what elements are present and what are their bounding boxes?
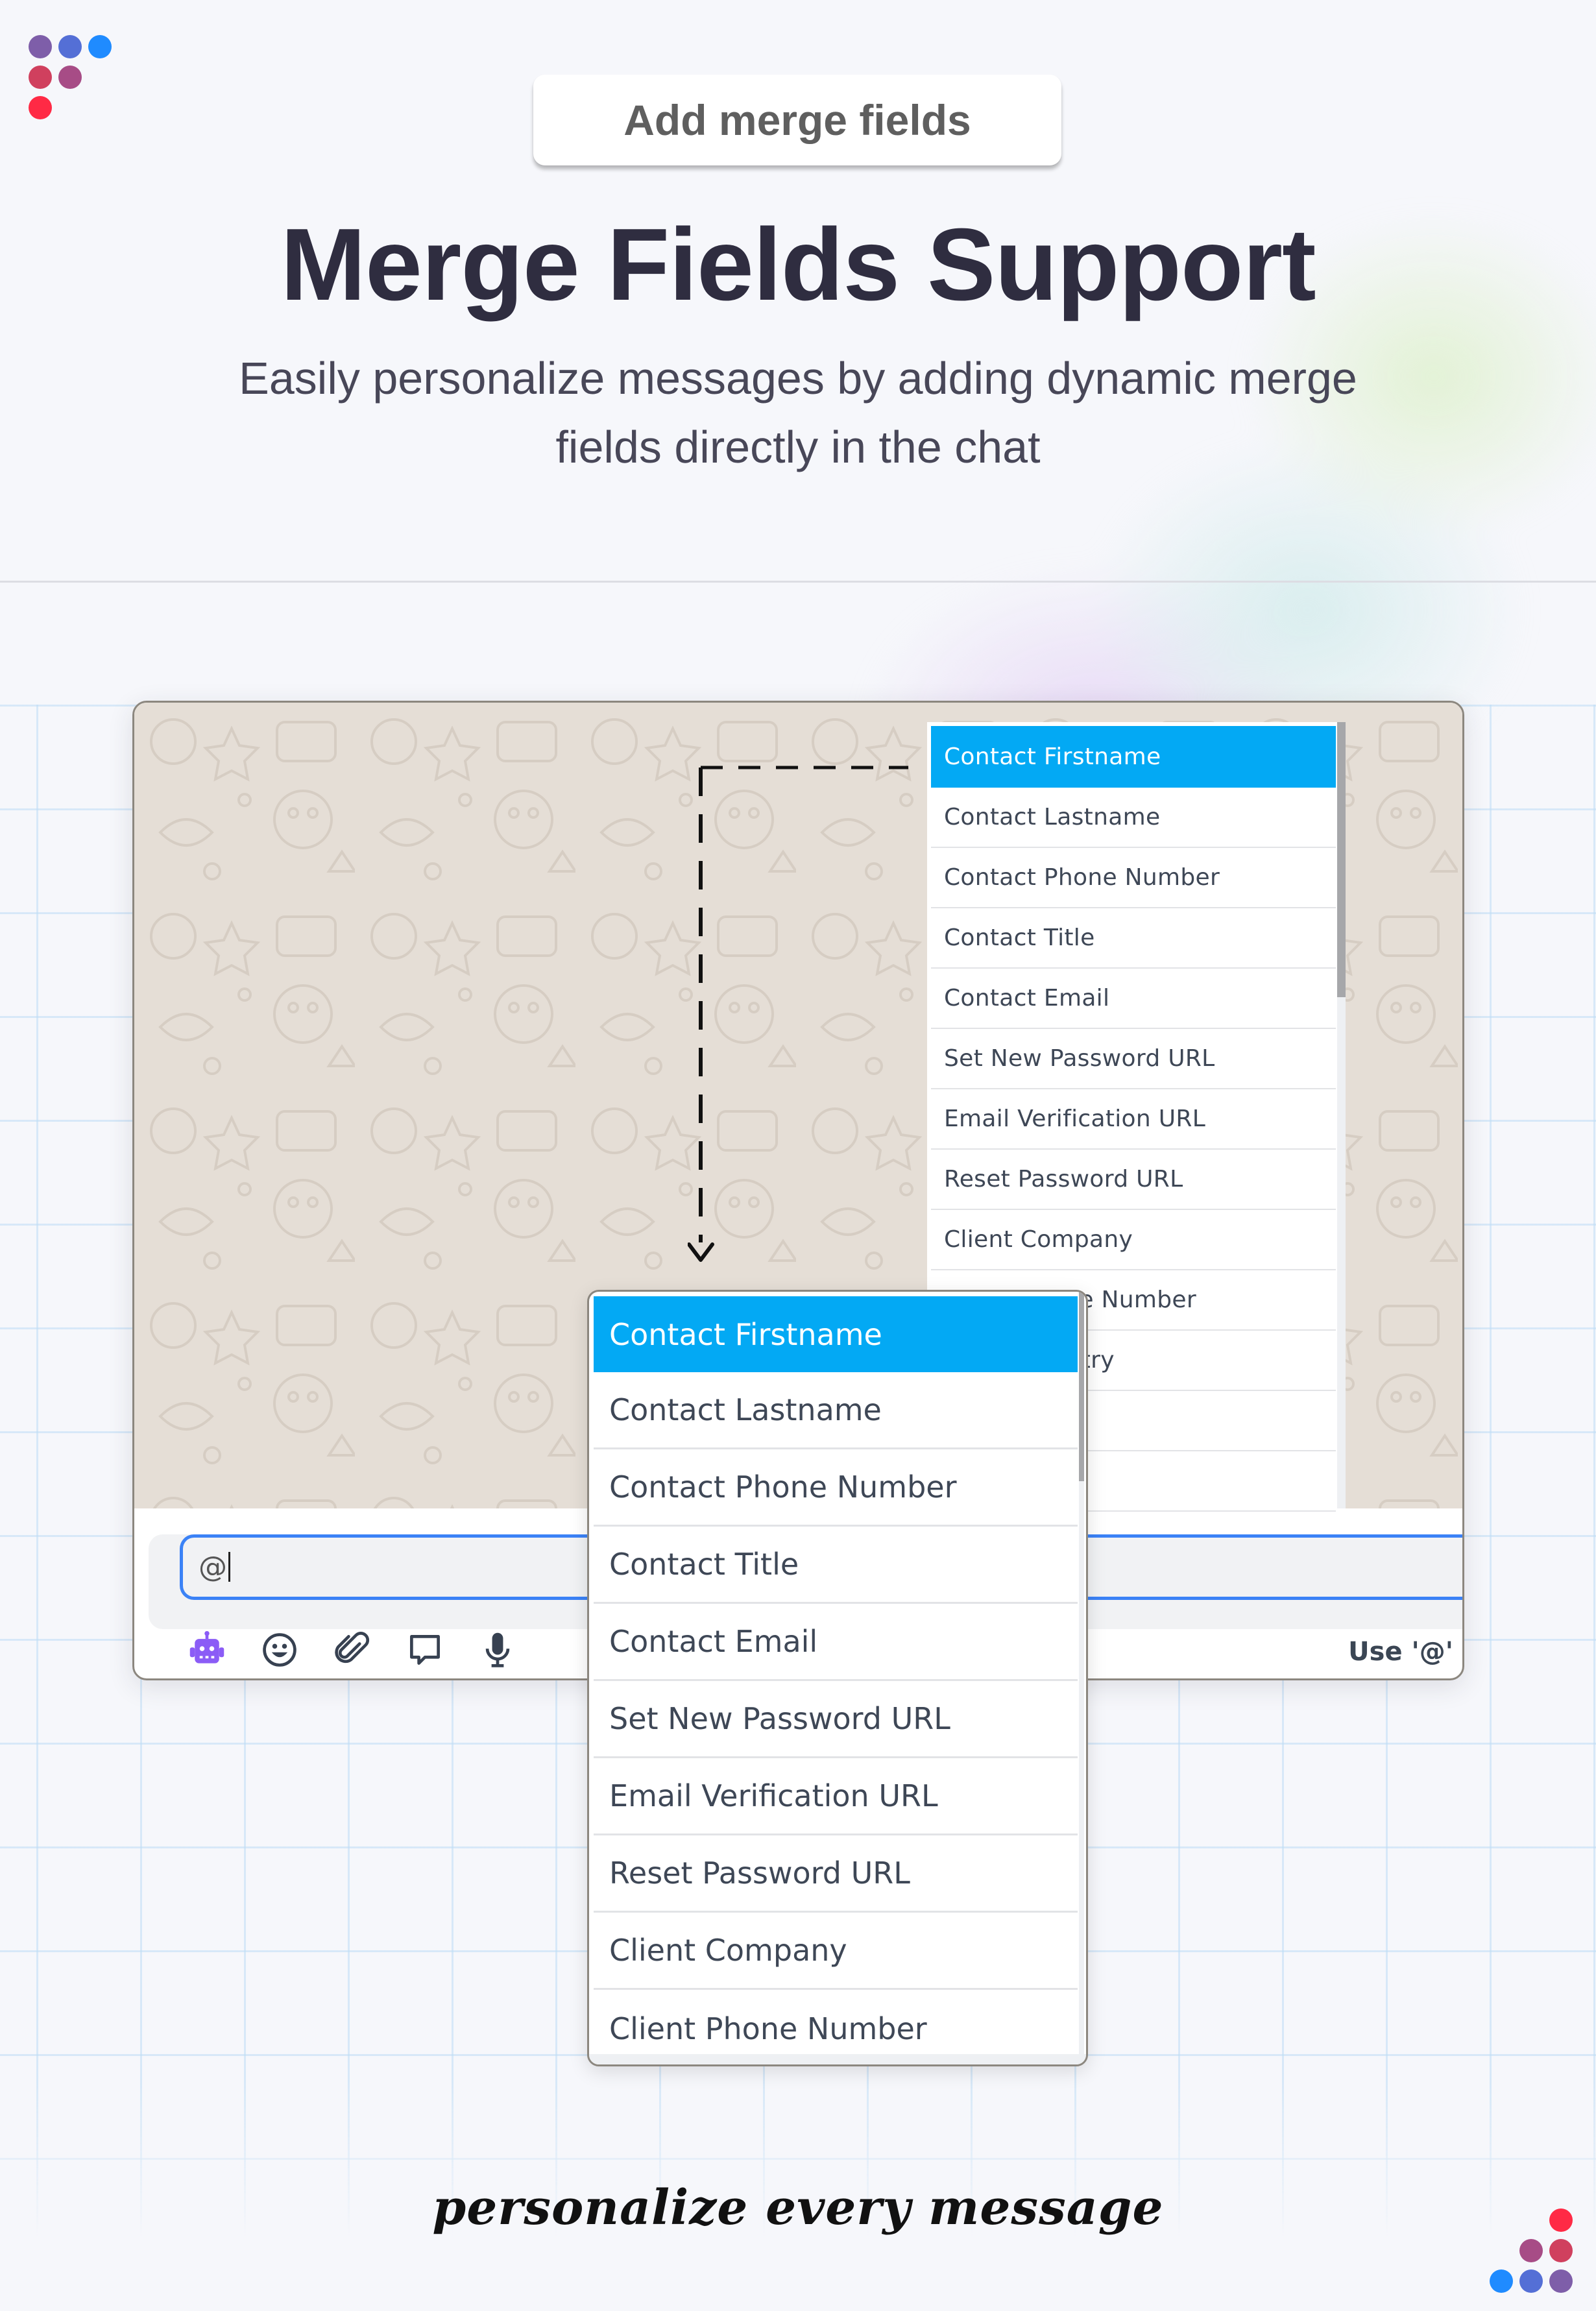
text-caret [228,1552,230,1582]
merge-field-option-selected[interactable]: Contact Firstname [931,726,1336,788]
merge-field-option[interactable]: Set New Password URL [931,1029,1336,1089]
merge-field-option[interactable]: Email Verification URL [594,1758,1078,1835]
comment-icon [410,1635,440,1665]
page-subtitle: Easily personalize messages by adding dy… [130,344,1466,481]
subtitle-line-2: fields directly in the chat [555,422,1041,472]
merge-field-option[interactable]: Contact Phone Number [594,1449,1078,1527]
merge-field-option[interactable]: Email Verification URL [931,1089,1336,1150]
tagline: personalize every message [432,2180,1164,2236]
merge-field-option[interactable]: Contact Email [594,1604,1078,1681]
merge-field-option[interactable]: Contact Lastname [594,1372,1078,1449]
emoji-button[interactable] [243,1627,316,1673]
dropdown-footer [589,2054,1086,2064]
merge-field-option[interactable]: Client Company [594,1913,1078,1990]
merge-field-option[interactable]: Client Company [931,1210,1336,1270]
robot-icon [189,1630,224,1664]
message-input-value: @ [199,1551,227,1584]
merge-field-option[interactable]: Reset Password URL [594,1835,1078,1913]
add-merge-fields-badge: Add merge fields [533,75,1061,165]
paperclip-icon [335,1632,370,1664]
merge-field-hint: Use '@' [1348,1637,1453,1667]
merge-field-option[interactable]: Contact Title [931,908,1336,969]
microphone-icon [485,1632,510,1667]
dropdown-scrollbar-thumb[interactable] [1337,722,1346,997]
merge-fields-dropdown: Contact Firstname Contact Lastname Contact… [587,1290,1088,2066]
merge-field-option[interactable]: Contact Email [931,969,1336,1029]
merge-field-option[interactable]: Contact Lastname [931,788,1336,848]
merge-fields-list: Contact Firstname Contact Lastname Contact… [594,1296,1078,2064]
comment-button[interactable] [389,1627,461,1673]
merge-field-option[interactable]: Contact Title [594,1527,1078,1604]
merge-field-option[interactable]: Reset Password URL [931,1150,1336,1210]
merge-field-option-selected[interactable]: Contact Firstname [594,1296,1078,1372]
section-divider [0,581,1596,583]
smile-icon [263,1633,296,1667]
ai-assistant-button[interactable] [171,1627,243,1673]
voice-record-button[interactable] [461,1627,534,1673]
subtitle-line-1: Easily personalize messages by adding dy… [239,353,1357,404]
attach-button[interactable] [316,1627,389,1673]
brand-logo-icon [29,35,112,119]
dropdown-scrollbar-thumb[interactable] [1079,1292,1084,1481]
merge-field-option[interactable]: Set New Password URL [594,1681,1078,1758]
brand-logo-icon [1490,2208,1573,2293]
page-title: Merge Fields Support [280,208,1316,322]
merge-field-option[interactable]: Contact Phone Number [931,848,1336,908]
composer-toolbar [171,1630,534,1669]
